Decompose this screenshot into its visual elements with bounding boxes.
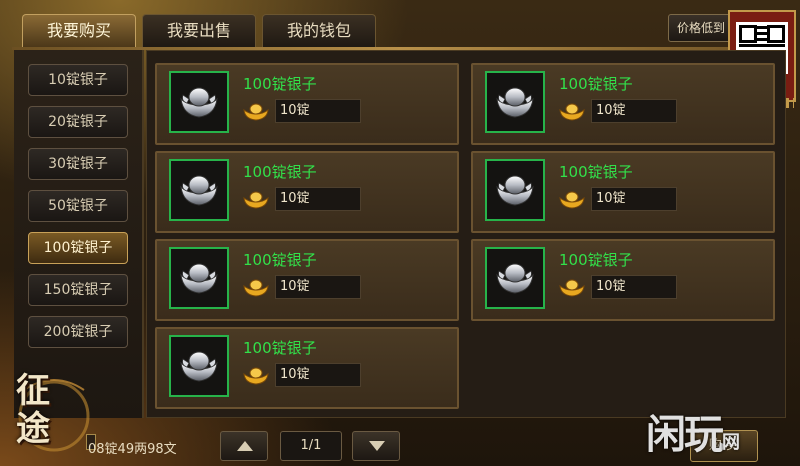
category-20-silver[interactable]: 20锭银子 <box>28 106 128 138</box>
arrow-up-icon <box>237 441 253 451</box>
gold-ingot-icon <box>559 191 585 209</box>
item-icon-frame <box>485 159 545 221</box>
site-watermark: 闲玩网 <box>646 402 740 460</box>
watermark-suffix: 网 <box>722 432 740 453</box>
silver-ingot-icon <box>496 263 534 294</box>
item-name: 100锭银子 <box>243 251 317 269</box>
item-price: 10锭 <box>591 275 677 299</box>
category-200-silver[interactable]: 200锭银子 <box>28 316 128 348</box>
gold-ingot-icon <box>243 191 269 209</box>
item-name: 100锭银子 <box>243 339 317 357</box>
gold-ingot-icon <box>559 103 585 121</box>
silver-ingot-icon <box>496 175 534 206</box>
item-price: 10锭 <box>275 275 361 299</box>
category-100-silver[interactable]: 100锭银子 <box>28 232 128 264</box>
gold-ingot-icon <box>243 103 269 121</box>
item-name: 100锭银子 <box>243 75 317 93</box>
item-icon-frame <box>169 159 229 221</box>
category-150-silver[interactable]: 150锭银子 <box>28 274 128 306</box>
item-name: 100锭银子 <box>243 163 317 181</box>
item-card-5[interactable]: 100锭银子 10锭 <box>155 239 459 321</box>
page-indicator: 1/1 <box>280 431 342 461</box>
page-down-button[interactable] <box>352 431 400 461</box>
item-price: 10锭 <box>275 99 361 123</box>
item-icon-frame <box>485 71 545 133</box>
item-price: 10锭 <box>591 187 677 211</box>
item-card-6[interactable]: 100锭银子 10锭 <box>471 239 775 321</box>
tab-bar: 我要购买 我要出售 我的钱包 <box>22 14 376 48</box>
category-30-silver[interactable]: 30锭银子 <box>28 148 128 180</box>
tab-wallet[interactable]: 我的钱包 <box>262 14 376 48</box>
item-price: 10锭 <box>591 99 677 123</box>
item-grid: 100锭银子 10锭 100锭银子 10锭 100锭银子 10锭 100锭银子 … <box>146 50 786 418</box>
item-card-1[interactable]: 100锭银子 10锭 <box>155 63 459 145</box>
item-icon-frame <box>169 71 229 133</box>
item-price: 10锭 <box>275 187 361 211</box>
gold-ingot-icon <box>243 279 269 297</box>
silver-ingot-icon <box>180 87 218 118</box>
item-price: 10锭 <box>275 363 361 387</box>
item-name: 100锭银子 <box>559 75 633 93</box>
page-up-button[interactable] <box>220 431 268 461</box>
item-icon-frame <box>169 335 229 397</box>
category-panel: 10锭银子 20锭银子 30锭银子 50锭银子 100锭银子 150锭银子 20… <box>14 50 144 418</box>
tab-buy[interactable]: 我要购买 <box>22 14 136 48</box>
watermark-main: 闲玩 <box>646 412 724 458</box>
item-name: 100锭银子 <box>559 163 633 181</box>
silver-ingot-icon <box>180 175 218 206</box>
category-50-silver[interactable]: 50锭银子 <box>28 190 128 222</box>
item-card-7[interactable]: 100锭银子 10锭 <box>155 327 459 409</box>
tab-sell[interactable]: 我要出售 <box>142 14 256 48</box>
item-icon-frame <box>169 247 229 309</box>
item-card-2[interactable]: 100锭银子 10锭 <box>471 63 775 145</box>
silver-ingot-icon <box>180 351 218 382</box>
item-card-4[interactable]: 100锭银子 10锭 <box>471 151 775 233</box>
item-icon-frame <box>485 247 545 309</box>
gold-ingot-icon <box>243 367 269 385</box>
silver-ingot-icon <box>496 87 534 118</box>
arrow-down-icon <box>369 441 385 451</box>
money-balance: 08锭49两98文 <box>88 442 177 457</box>
silver-ingot-icon <box>180 263 218 294</box>
item-name: 100锭银子 <box>559 251 633 269</box>
category-10-silver[interactable]: 10锭银子 <box>28 64 128 96</box>
game-logo-text: 征途 <box>16 371 50 449</box>
gold-ingot-icon <box>559 279 585 297</box>
item-card-3[interactable]: 100锭银子 10锭 <box>155 151 459 233</box>
